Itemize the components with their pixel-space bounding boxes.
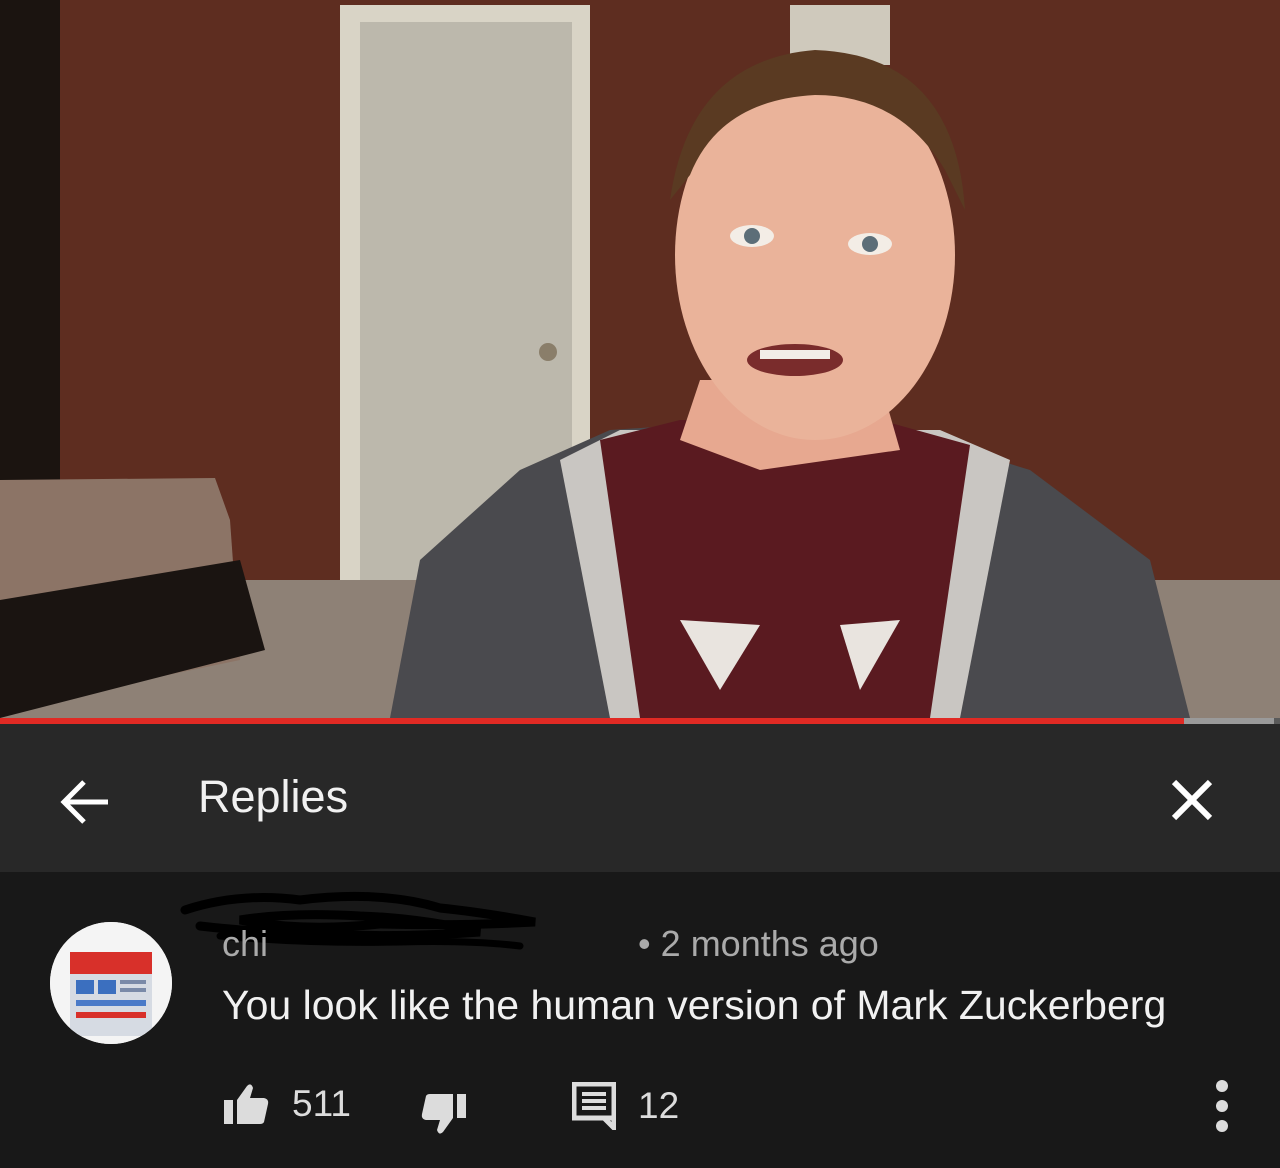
like-count: 511 bbox=[292, 1083, 351, 1124]
reply-count: 12 bbox=[638, 1085, 680, 1126]
back-button[interactable] bbox=[54, 770, 118, 834]
replies-header: Replies bbox=[0, 724, 1280, 872]
avatar[interactable] bbox=[50, 922, 172, 1044]
more-options-button[interactable] bbox=[1200, 1078, 1244, 1138]
meta-separator: • bbox=[638, 923, 651, 964]
close-icon bbox=[1171, 779, 1213, 821]
comment-text: You look like the human version of Mark … bbox=[222, 982, 1167, 1028]
thumb-up-icon bbox=[224, 1084, 269, 1124]
comment-icon bbox=[572, 1082, 616, 1130]
close-button[interactable] bbox=[1160, 770, 1224, 834]
avatar-image bbox=[50, 922, 172, 1044]
comment-author[interactable]: chi bbox=[222, 923, 628, 964]
video-player[interactable] bbox=[0, 0, 1280, 718]
comment-actions: 511 12 bbox=[0, 1078, 1280, 1134]
header-title: Replies bbox=[198, 771, 349, 822]
reply-count-button[interactable]: 12 bbox=[572, 1082, 679, 1130]
dislike-button[interactable] bbox=[420, 1092, 468, 1136]
comment-timestamp: 2 months ago bbox=[660, 923, 879, 964]
more-vertical-icon bbox=[1216, 1080, 1228, 1132]
comment-meta: chi • 2 months ago bbox=[222, 922, 879, 966]
arrow-left-icon bbox=[60, 780, 108, 824]
like-button[interactable]: 511 bbox=[222, 1082, 351, 1126]
thumb-down-icon bbox=[421, 1094, 466, 1134]
video-frame-image bbox=[0, 0, 1280, 718]
comment-thread-item: chi • 2 months ago You look like the hum… bbox=[0, 872, 1280, 1168]
